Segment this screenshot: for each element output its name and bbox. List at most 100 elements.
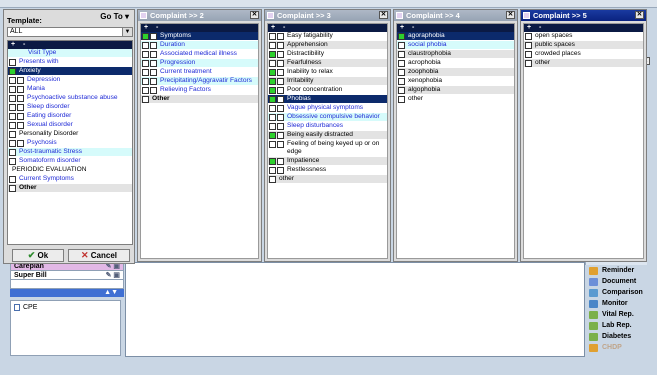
list-item[interactable]: Anxiety [8,67,132,76]
list-item[interactable]: Sleep disorder [8,103,132,112]
list-item[interactable]: acrophobia [397,59,514,68]
item-checkbox[interactable] [398,51,405,58]
list-item[interactable]: Presents with [8,58,132,67]
item-checkbox[interactable] [9,158,16,165]
item-checkbox[interactable] [269,105,276,112]
item-checkbox[interactable] [277,105,284,112]
panel-title-bar[interactable]: Complaint >> 3 ✕ [265,10,390,21]
list-item[interactable]: other [397,95,514,104]
list-item[interactable]: zoophobia [397,68,514,77]
item-checkbox[interactable] [277,69,284,76]
item-checkbox[interactable] [150,87,157,94]
list-item[interactable]: Obsessive compulsive behavior [268,113,387,122]
expand-collapse-bar[interactable]: + - [524,24,643,32]
item-checkbox[interactable] [142,87,149,94]
item-checkbox[interactable] [398,87,405,94]
item-checkbox[interactable] [398,60,405,67]
item-checkbox[interactable] [277,87,284,94]
item-checkbox[interactable] [9,113,16,120]
goto-button[interactable]: Go To ▾ [98,11,131,22]
item-checkbox[interactable] [9,77,16,84]
template-filter-select[interactable]: ALL ▼ [7,27,133,37]
item-checkbox[interactable] [269,60,276,67]
item-checkbox[interactable] [150,60,157,67]
item-checkbox[interactable] [277,33,284,40]
superbill-row[interactable]: Super Bill ✎ ▣ [10,270,124,280]
list-item[interactable]: xenophobia [397,77,514,86]
collapse-bar[interactable]: ▲▼ [10,289,124,297]
item-checkbox[interactable] [142,33,149,40]
item-checkbox[interactable] [17,113,24,120]
item-checkbox[interactable] [142,42,149,49]
list-item[interactable]: Symptoms [141,32,258,41]
item-checkbox[interactable] [17,140,24,147]
item-checkbox[interactable] [277,123,284,130]
item-checkbox[interactable] [269,158,276,165]
sidebar-button[interactable]: Monitor [586,298,648,309]
list-item[interactable]: social phobia [397,41,514,50]
item-checkbox[interactable] [9,95,16,102]
list-item[interactable]: agoraphobia [397,32,514,41]
item-checkbox[interactable] [17,122,24,129]
list-item[interactable]: Fearfulness [268,59,387,68]
list-item[interactable]: other [268,175,387,184]
list-item[interactable]: crowded places [524,50,643,59]
list-item[interactable]: Personality Disorder [8,130,132,139]
list-item[interactable]: Progression [141,59,258,68]
list-item[interactable]: Somatoform disorder [8,157,132,166]
item-checkbox[interactable] [17,86,24,93]
list-item[interactable]: Impatience [268,157,387,166]
list-item[interactable]: Feeling of being keyed up or on edge [268,140,387,157]
list-item[interactable]: Poor concentration [268,86,387,95]
item-checkbox[interactable] [269,96,276,103]
item-checkbox[interactable] [17,104,24,111]
edit-icon[interactable]: ✎ ▣ [106,271,120,281]
list-item[interactable]: Post-traumatic Stress [8,148,132,157]
sidebar-button[interactable]: CHDP [586,342,648,353]
list-item[interactable]: Restlessness [268,166,387,175]
item-checkbox[interactable] [142,96,149,103]
item-checkbox[interactable] [142,78,149,85]
sidebar-button[interactable]: Lab Rep. [586,320,648,331]
sidebar-button[interactable]: Comparison [586,287,648,298]
item-checkbox[interactable] [525,42,532,49]
list-item[interactable]: Visit Type [8,49,132,58]
expand-collapse-bar[interactable]: + - [397,24,514,32]
item-checkbox[interactable] [9,140,16,147]
item-checkbox[interactable] [269,132,276,139]
item-checkbox[interactable] [398,69,405,76]
sidebar-button[interactable]: Diabetes [586,331,648,342]
item-checkbox[interactable] [9,122,16,129]
list-item[interactable]: Sexual disorder [8,121,132,130]
item-checkbox[interactable] [269,42,276,49]
list-item[interactable]: Depression [8,76,132,85]
item-checkbox[interactable] [142,69,149,76]
item-checkbox[interactable] [269,141,276,148]
item-checkbox[interactable] [277,167,284,174]
expand-collapse-bar[interactable]: + - [8,41,132,49]
list-item[interactable]: Psychoactive substance abuse [8,94,132,103]
list-item[interactable]: Mania [8,85,132,94]
item-checkbox[interactable] [525,60,532,67]
item-checkbox[interactable] [525,51,532,58]
item-checkbox[interactable] [9,86,16,93]
item-checkbox[interactable] [277,60,284,67]
list-item[interactable]: Apprehension [268,41,387,50]
item-checkbox[interactable] [150,69,157,76]
item-checkbox[interactable] [269,87,276,94]
list-item[interactable]: Other [8,184,132,193]
item-checkbox[interactable] [277,141,284,148]
sidebar-button[interactable]: Reminder [586,265,648,276]
ok-button[interactable]: ✔ Ok [12,249,64,262]
sidebar-button[interactable]: Vital Rep. [586,309,648,320]
item-checkbox[interactable] [269,167,276,174]
item-checkbox[interactable] [269,51,276,58]
item-checkbox[interactable] [269,123,276,130]
item-checkbox[interactable] [269,78,276,85]
list-item[interactable]: algophobia [397,86,514,95]
item-checkbox[interactable] [277,78,284,85]
list-item[interactable]: Associated medical illness [141,50,258,59]
item-checkbox[interactable] [150,78,157,85]
item-checkbox[interactable] [398,33,405,40]
item-checkbox[interactable] [9,68,16,75]
